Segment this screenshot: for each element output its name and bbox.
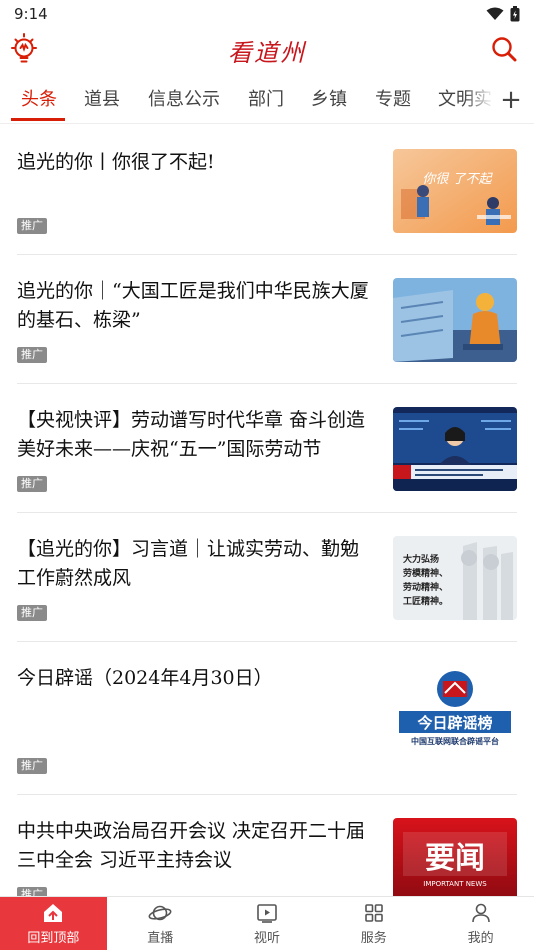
news-title: 中共中央政治局召开会议 决定召开二十届三中全会 习近平主持会议 [17,820,366,871]
news-thumbnail: 今日辟谣榜 中国互联网联合辟谣平台 [393,665,517,749]
nav-label: 服务 [360,931,387,946]
status-time: 9:14 [14,5,48,23]
nav-me[interactable]: 我的 [427,897,534,950]
worker-illustration: 你很 了不起 [393,149,517,233]
nav-video[interactable]: 视听 [214,897,321,950]
important-news-illustration: 要闻 IMPORTANT NEWS [393,818,517,896]
nav-live[interactable]: 直播 [107,897,214,950]
divider [17,383,517,384]
nav-label: 直播 [147,931,174,946]
user-icon [471,903,490,923]
thumb-sub-text: IMPORTANT NEWS [423,880,487,888]
app-header: 看道州 [0,28,534,72]
news-item[interactable]: 追光的你｜“大国工匠是我们中华民族大厦的基石、栋梁” 推广 [17,277,517,387]
planet-icon [148,905,172,921]
category-tabs: 头条 道县 信息公示 部门 乡镇 专题 文明实 + [0,78,534,124]
bottom-nav: 回到顶部 直播 视听 服务 我的 [0,896,534,950]
news-thumbnail: 要闻 IMPORTANT NEWS [393,818,517,896]
promo-badge: 推广 [17,476,47,492]
rumor-list-illustration: 今日辟谣榜 中国互联网联合辟谣平台 [393,665,517,749]
thumb-slogan: 你很 了不起 [422,172,493,187]
tab-fade [464,78,494,122]
thumb-slogan-line-3: 劳动精神、 [403,581,448,593]
tab-topics[interactable]: 专题 [375,78,411,122]
news-title: 追光的你｜“大国工匠是我们中华民族大厦的基石、栋梁” [17,280,369,331]
tab-daoxian[interactable]: 道县 [84,78,120,122]
divider [17,512,517,513]
lightbulb-logo-icon[interactable] [8,32,40,66]
app-title: 看道州 [228,38,306,67]
status-bar: 9:14 [0,0,534,28]
tab-towns[interactable]: 乡镇 [311,78,347,122]
news-feed[interactable]: 追光的你丨你很了不起! 推广 你很 了不起 追光的你｜“大国工匠是我们中华民族大… [0,124,534,896]
active-tab-indicator [11,118,65,121]
thumb-main-text: 要闻 [425,841,485,876]
thumb-slogan-line-4: 工匠精神。 [403,595,448,607]
divider [17,641,517,642]
battery-icon [510,6,520,22]
promo-badge: 推广 [17,605,47,621]
news-thumbnail [393,407,517,491]
promo-badge: 推广 [17,347,47,363]
grid-icon [364,904,383,922]
thumb-slogan-line-1: 大力弘扬 [403,553,439,565]
slogan-illustration: 大力弘扬 劳模精神、 劳动精神、 工匠精神。 [393,536,517,620]
divider [17,254,517,255]
promo-badge: 推广 [17,758,47,774]
promo-badge: 推广 [17,887,47,896]
thumb-sub-text: 中国互联网联合辟谣平台 [411,736,499,746]
tab-info-public[interactable]: 信息公示 [148,78,220,122]
tab-headlines[interactable]: 头条 [21,78,57,122]
news-item[interactable]: 中共中央政治局召开会议 决定召开二十届三中全会 习近平主持会议 推广 要闻 IM… [17,817,517,896]
tab-departments[interactable]: 部门 [248,78,284,122]
news-item[interactable]: 追光的你丨你很了不起! 推广 你很 了不起 [17,148,517,258]
news-title: 【追光的你】习言道｜让诚实劳动、勤勉工作蔚然成风 [17,538,360,589]
news-title: 追光的你丨你很了不起! [17,151,215,173]
news-title: 今日辟谣（2024年4月30日） [17,667,273,689]
news-anchor-illustration [393,407,517,491]
video-icon [257,904,277,923]
thumb-slogan-line-2: 劳模精神、 [403,567,448,579]
news-item[interactable]: 【追光的你】习言道｜让诚实劳动、勤勉工作蔚然成风 推广 大力弘扬 劳模精神、 劳… [17,535,517,645]
news-thumbnail: 大力弘扬 劳模精神、 劳动精神、 工匠精神。 [393,536,517,620]
builder-illustration [393,278,517,362]
news-thumbnail: 你很 了不起 [393,149,517,233]
search-icon[interactable] [490,35,518,63]
wifi-icon [486,7,504,20]
add-tab-button[interactable]: + [494,78,528,122]
nav-back-to-top[interactable]: 回到顶部 [0,897,107,950]
news-item[interactable]: 今日辟谣（2024年4月30日） 推广 今日辟谣榜 中国互联网联合辟谣平台 [17,664,517,798]
promo-badge: 推广 [17,218,47,234]
news-title: 【央视快评】劳动谱写时代华章 奋斗创造美好未来——庆祝“五一”国际劳动节 [17,409,366,460]
nav-label: 视听 [253,931,280,946]
news-item[interactable]: 【央视快评】劳动谱写时代华章 奋斗创造美好未来——庆祝“五一”国际劳动节 推广 [17,406,517,516]
thumb-main-text: 今日辟谣榜 [416,714,492,732]
nav-label: 我的 [467,931,494,946]
nav-services[interactable]: 服务 [320,897,427,950]
home-top-icon [44,904,63,922]
status-icons [486,6,520,22]
news-thumbnail [393,278,517,362]
nav-label: 回到顶部 [27,931,80,946]
divider [17,794,517,795]
